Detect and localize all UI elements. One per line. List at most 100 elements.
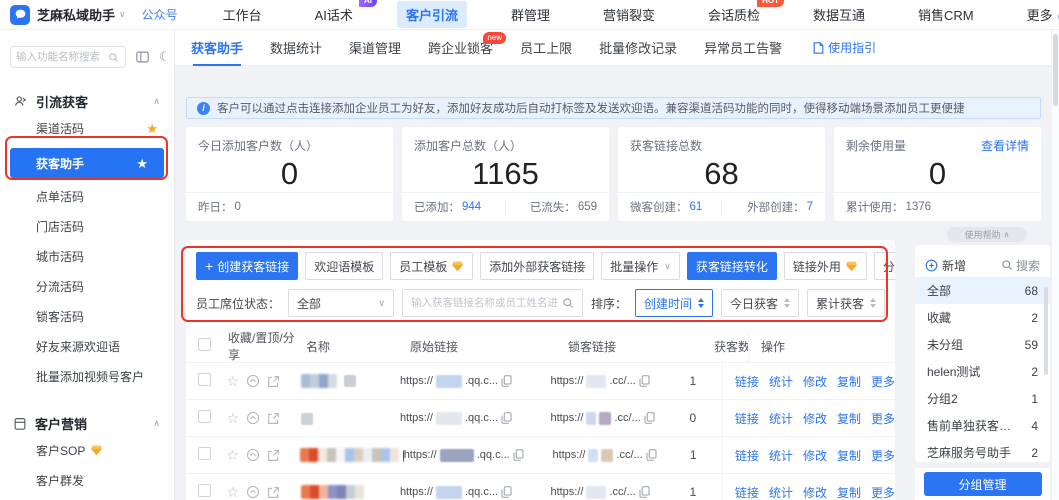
view-details-link[interactable]: 查看详情 xyxy=(981,137,1029,154)
scrollbar-thumb[interactable] xyxy=(1053,34,1058,106)
brand-chevron-down-icon[interactable]: ∨ xyxy=(119,10,126,19)
group-search-button[interactable]: 搜索 xyxy=(1001,257,1040,274)
nav-item-sales-crm[interactable]: 销售CRM xyxy=(909,1,983,28)
share-metrics-button[interactable]: 分享指标 xyxy=(874,252,895,280)
action-link[interactable]: 链接 xyxy=(735,373,759,390)
external-created-link[interactable]: 7 xyxy=(807,201,813,213)
collapse-sidebar-icon[interactable] xyxy=(136,51,149,63)
nav-item-more[interactable]: 更多 ∨ xyxy=(1018,1,1059,28)
sidebar-item-channel-code[interactable]: 渠道活码★ xyxy=(0,114,174,142)
nav-item-chat-quality[interactable]: 会话质检HOT xyxy=(699,1,769,28)
favorite-star-icon[interactable]: ★ xyxy=(136,157,148,170)
copy-icon[interactable] xyxy=(513,449,524,461)
group-item-group2[interactable]: 分组21 xyxy=(915,385,1050,412)
nav-item-workbench[interactable]: 工作台 xyxy=(214,1,271,28)
create-link-button[interactable]: +创建获客链接 xyxy=(196,252,298,280)
sidebar-item-order-code[interactable]: 点单活码 xyxy=(0,182,174,210)
sidebar-item-split-code[interactable]: 分流活码 xyxy=(0,272,174,300)
select-all-checkbox[interactable] xyxy=(198,338,211,351)
action-link[interactable]: 链接 xyxy=(735,484,759,500)
page-scrollbar[interactable] xyxy=(1051,30,1059,500)
share-icon[interactable] xyxy=(267,375,280,388)
link-search-input[interactable] xyxy=(402,289,583,317)
row-checkbox[interactable] xyxy=(198,373,211,386)
sidebar-item-store-code[interactable]: 门店活码 xyxy=(0,212,174,240)
help-pill[interactable]: 使用帮助∧ xyxy=(947,227,1027,242)
action-modify[interactable]: 修改 xyxy=(803,447,827,464)
sidebar-item-friend-source-welcome[interactable]: 好友来源欢迎语 xyxy=(0,332,174,360)
sidebar-item-batch-video-customers[interactable]: 批量添加视频号客户 xyxy=(0,362,174,390)
copy-icon[interactable] xyxy=(646,449,657,461)
action-stats[interactable]: 统计 xyxy=(769,373,793,390)
sidebar-search-input[interactable] xyxy=(10,46,126,68)
pin-top-icon[interactable] xyxy=(246,374,260,388)
tab-channel-management[interactable]: 渠道管理 xyxy=(349,30,401,66)
row-checkbox[interactable] xyxy=(198,484,211,497)
action-link[interactable]: 链接 xyxy=(735,447,759,464)
copy-icon[interactable] xyxy=(639,486,650,498)
copy-icon[interactable] xyxy=(644,412,655,424)
copy-icon[interactable] xyxy=(639,375,650,387)
action-more[interactable]: 更多 xyxy=(871,447,895,464)
link-external-use-button[interactable]: 链接外用 xyxy=(784,252,867,280)
pin-top-icon[interactable] xyxy=(246,448,260,462)
copy-icon[interactable] xyxy=(501,486,512,498)
section-chevron-up-icon[interactable]: ∧ xyxy=(153,419,160,428)
action-stats[interactable]: 统计 xyxy=(769,447,793,464)
dark-mode-moon-icon[interactable]: ☾ xyxy=(159,49,171,65)
sidebar-section-acquisition[interactable]: 引流获客 ∧ xyxy=(0,90,174,112)
tab-staff-limit[interactable]: 员工上限 xyxy=(520,30,572,66)
sidebar-item-lock-code[interactable]: 锁客活码 xyxy=(0,302,174,330)
copy-icon[interactable] xyxy=(501,375,512,387)
internal-created-link[interactable]: 61 xyxy=(690,201,703,213)
add-group-button[interactable]: 新增 xyxy=(925,257,966,274)
sidebar-item-customer-broadcast[interactable]: 客户群发 xyxy=(0,466,174,494)
group-item-presale-links[interactable]: 售前单独获客链...4 xyxy=(915,412,1050,439)
row-checkbox[interactable] xyxy=(198,447,211,460)
star-icon[interactable]: ☆ xyxy=(227,485,240,499)
staff-template-button[interactable]: 员工模板 xyxy=(390,252,473,280)
tab-batch-modify-record[interactable]: 批量修改记录 xyxy=(599,30,677,66)
group-item-service-assistant[interactable]: 芝麻服务号助手2 xyxy=(915,439,1050,462)
action-copy[interactable]: 复制 xyxy=(837,410,861,427)
group-item-all[interactable]: 全部68 xyxy=(915,277,1050,304)
group-item-favorites[interactable]: 收藏2 xyxy=(915,304,1050,331)
share-icon[interactable] xyxy=(267,486,280,499)
seat-status-select[interactable]: 全部∨ xyxy=(288,289,394,317)
action-more[interactable]: 更多 xyxy=(871,373,895,390)
nav-item-marketing-fission[interactable]: 营销裂变 xyxy=(594,1,664,28)
pin-top-icon[interactable] xyxy=(246,411,260,425)
sort-by-create-time[interactable]: 创建时间 xyxy=(635,289,713,317)
action-modify[interactable]: 修改 xyxy=(803,484,827,500)
add-external-link-button[interactable]: 添加外部获客链接 xyxy=(480,252,594,280)
batch-operation-button[interactable]: 批量操作∨ xyxy=(601,252,680,280)
sort-by-today-customers[interactable]: 今日获客 xyxy=(721,289,799,317)
row-checkbox[interactable] xyxy=(198,410,211,423)
action-modify[interactable]: 修改 xyxy=(803,373,827,390)
star-icon[interactable]: ☆ xyxy=(227,411,240,425)
action-stats[interactable]: 统计 xyxy=(769,410,793,427)
nav-item-data-exchange[interactable]: 数据互通 xyxy=(804,1,874,28)
section-chevron-up-icon[interactable]: ∧ xyxy=(153,97,160,106)
sidebar-item-acquisition-assistant[interactable]: 获客助手★ xyxy=(10,148,164,178)
action-copy[interactable]: 复制 xyxy=(837,373,861,390)
nav-item-ai-script[interactable]: AI话术AI xyxy=(306,1,362,28)
sidebar-item-city-code[interactable]: 城市活码 xyxy=(0,242,174,270)
added-count-link[interactable]: 944 xyxy=(462,201,481,213)
group-item-helen-test[interactable]: helen测试2 xyxy=(915,358,1050,385)
usage-guide-link[interactable]: 使用指引 xyxy=(813,39,876,56)
action-more[interactable]: 更多 xyxy=(871,410,895,427)
sidebar-item-chase-broadcast[interactable]: 逐客群发 xyxy=(0,496,174,500)
action-more[interactable]: 更多 xyxy=(871,484,895,500)
group-manage-button[interactable]: 分组管理 xyxy=(924,472,1042,496)
tab-acquisition-assistant[interactable]: 获客助手 xyxy=(191,30,243,66)
star-icon[interactable]: ☆ xyxy=(227,374,240,388)
nav-item-customer-acquisition[interactable]: 客户引流 xyxy=(397,1,467,28)
action-stats[interactable]: 统计 xyxy=(769,484,793,500)
welcome-template-button[interactable]: 欢迎语模板 xyxy=(305,252,383,280)
copy-icon[interactable] xyxy=(501,412,512,424)
sidebar-item-customer-sop[interactable]: 客户SOP xyxy=(0,436,174,464)
share-icon[interactable] xyxy=(267,412,280,425)
pin-top-icon[interactable] xyxy=(246,485,260,499)
group-list-scrollbar[interactable] xyxy=(1044,287,1048,375)
